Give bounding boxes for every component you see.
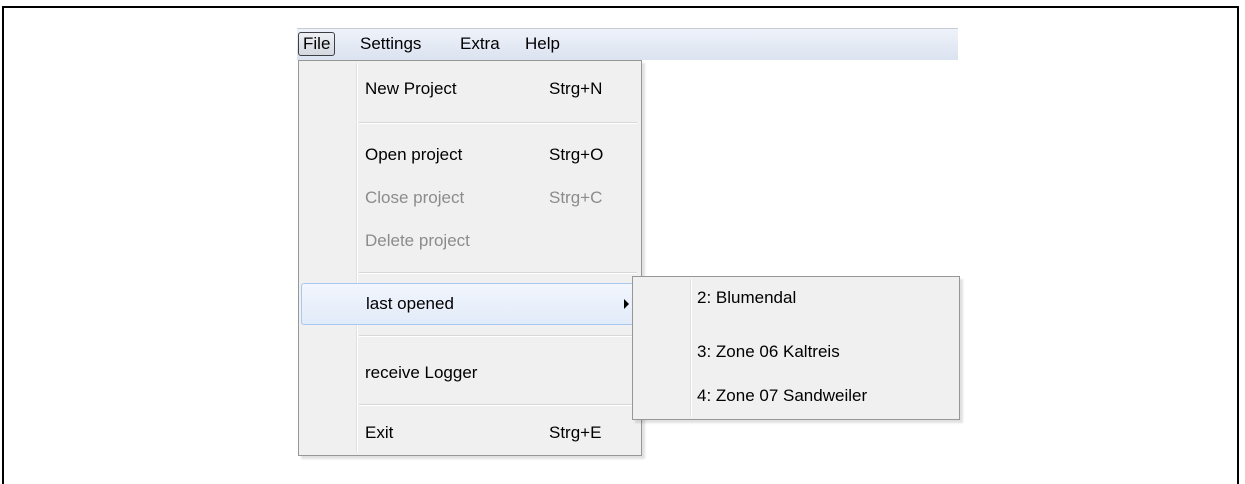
menu-separator: [359, 272, 637, 274]
menu-item-last-opened[interactable]: last opened: [301, 283, 639, 325]
menu-item-shortcut: Strg+N: [549, 79, 603, 98]
submenu-arrow-icon: [624, 299, 629, 309]
menu-item-label: Close project: [365, 188, 465, 207]
menu-item-label: Exit: [365, 423, 394, 442]
menu-separator: [359, 122, 637, 124]
last-opened-submenu: 2: Blumendal 3: Zone 06 Kaltreis 4: Zone…: [632, 276, 960, 420]
menu-item-label: receive Logger: [365, 363, 478, 382]
menu-extra[interactable]: Extra: [456, 32, 504, 56]
menu-item-label: New Project: [365, 79, 457, 98]
menu-help[interactable]: Help: [521, 32, 564, 56]
menu-item-shortcut: Strg+E: [549, 423, 602, 442]
recent-project-item[interactable]: 2: Blumendal: [697, 281, 796, 315]
file-dropdown-menu: New Project Strg+N Open project Strg+O C…: [298, 60, 642, 456]
menu-item-open-project[interactable]: Open project Strg+O: [301, 137, 639, 173]
menu-item-receive-logger[interactable]: receive Logger: [301, 355, 639, 391]
menu-item-exit[interactable]: Exit Strg+E: [301, 415, 639, 451]
menu-item-shortcut: Strg+C: [549, 188, 603, 207]
recent-project-item[interactable]: 3: Zone 06 Kaltreis: [697, 335, 840, 369]
menu-settings[interactable]: Settings: [356, 32, 425, 56]
menu-item-close-project[interactable]: Close project Strg+C: [301, 180, 639, 216]
menu-item-label: Open project: [365, 145, 463, 164]
menu-file[interactable]: File: [298, 32, 336, 56]
menubar: File Settings Extra Help: [297, 28, 958, 60]
menu-item-new-project[interactable]: New Project Strg+N: [301, 71, 639, 107]
menu-item-shortcut: Strg+O: [549, 145, 604, 164]
menu-separator: [359, 404, 637, 406]
menu-item-label: last opened: [366, 294, 454, 313]
menu-gutter-divider: [690, 279, 692, 417]
menu-separator: [359, 335, 637, 337]
menu-item-label: Delete project: [365, 231, 470, 250]
recent-project-item[interactable]: 4: Zone 07 Sandweiler: [697, 379, 867, 413]
menu-item-delete-project[interactable]: Delete project: [301, 223, 639, 259]
